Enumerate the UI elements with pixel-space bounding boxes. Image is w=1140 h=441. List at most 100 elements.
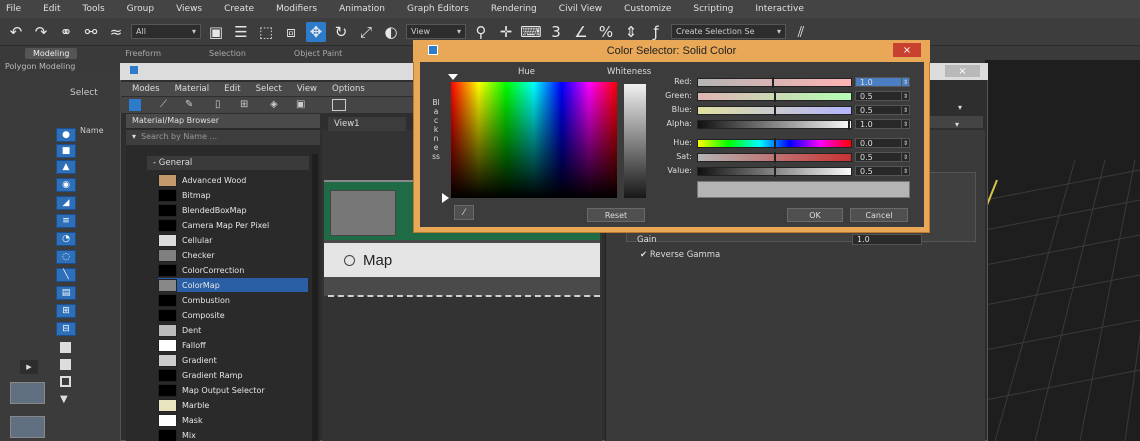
chevron-down-icon[interactable]: ▾ [132, 132, 136, 141]
menu-tools[interactable]: Tools [83, 4, 105, 14]
channel-spinner[interactable]: 1.0 ⇕ [855, 119, 910, 129]
channel-slider[interactable] [697, 138, 852, 149]
ribbon-tab-object-paint[interactable]: Object Paint [294, 49, 342, 58]
perspective-viewport[interactable] [985, 60, 1140, 441]
edit-named-selection-icon[interactable]: ƒ [646, 22, 666, 42]
ok-button[interactable]: OK [787, 208, 843, 222]
hue-blackness-picker[interactable] [451, 82, 617, 198]
eyedropper-icon[interactable]: ⁄ [454, 205, 474, 220]
menu-create[interactable]: Create [224, 4, 254, 14]
angle-snap-icon[interactable]: ∠ [571, 22, 591, 42]
slate-paint-icon[interactable]: ✎ [185, 99, 193, 110]
ribbon-tab-modeling[interactable]: Modeling [25, 47, 78, 59]
panel-button-2[interactable]: ■ [56, 144, 76, 158]
material-item[interactable]: Cellular [158, 233, 308, 247]
panel-square-3[interactable] [60, 376, 71, 387]
slider-handle[interactable] [774, 105, 776, 116]
slate-show-map-icon[interactable]: ▣ [296, 99, 305, 110]
slate-menu-material[interactable]: Material [175, 84, 210, 94]
select-object-icon[interactable]: ▣ [206, 22, 226, 42]
slider-handle[interactable] [774, 166, 776, 177]
panel-square-2[interactable] [60, 359, 71, 370]
slate-pick-icon[interactable]: ⟋ [160, 99, 167, 110]
reverse-gamma-checkbox[interactable]: ✔ Reverse Gamma [640, 250, 720, 260]
panel-button-11[interactable]: ⊞ [56, 304, 76, 318]
reference-coord-select[interactable]: View ▾ [406, 24, 466, 39]
slate-layout-icon[interactable]: ⊞ [240, 99, 248, 110]
channel-spinner[interactable]: 0.5 ⇕ [855, 105, 910, 115]
undo-icon[interactable]: ↶ [6, 22, 26, 42]
spinner-arrows-icon[interactable]: ⇕ [901, 139, 909, 147]
slate-delete-icon[interactable]: ▯ [215, 99, 221, 110]
menu-group[interactable]: Group [127, 4, 154, 14]
param-dropdown-icon[interactable]: ▾ [958, 103, 962, 112]
material-item[interactable]: BlendedBoxMap [158, 203, 308, 217]
menu-modifiers[interactable]: Modifiers [276, 4, 317, 14]
pivot-icon[interactable]: ⚲ [471, 22, 491, 42]
slider-handle[interactable] [848, 119, 850, 130]
slate-menu-view[interactable]: View [297, 84, 317, 94]
menu-interactive[interactable]: Interactive [755, 4, 803, 14]
dialog-close-button[interactable]: × [893, 43, 921, 57]
select-by-name-icon[interactable]: ☰ [231, 22, 251, 42]
spinner-arrows-icon[interactable]: ⇕ [901, 78, 909, 86]
material-item[interactable]: Dent [158, 323, 308, 337]
material-item[interactable]: Falloff [158, 338, 308, 352]
panel-button-12[interactable]: ⊟ [56, 322, 76, 336]
select-manipulate-icon[interactable]: ✛ [496, 22, 516, 42]
bind-icon[interactable]: ≈ [106, 22, 126, 42]
spinner-arrows-icon[interactable]: ⇕ [901, 106, 909, 114]
slate-menu-options[interactable]: Options [332, 84, 365, 94]
material-item[interactable]: Gradient [158, 353, 308, 367]
slate-preview-icon[interactable] [332, 99, 346, 111]
menu-scripting[interactable]: Scripting [693, 4, 733, 14]
material-item[interactable]: Composite [158, 308, 308, 322]
general-group-header[interactable]: - General [147, 156, 309, 170]
material-item[interactable]: Mask [158, 413, 308, 427]
material-item[interactable]: Checker [158, 248, 308, 262]
selection-filter-select[interactable]: All ▾ [131, 24, 201, 39]
node-map-slot[interactable]: Map [324, 243, 600, 277]
rect-select-icon[interactable]: ⬚ [256, 22, 276, 42]
viewport-thumb[interactable] [10, 382, 45, 404]
channel-slider[interactable] [697, 77, 852, 88]
channel-spinner[interactable]: 0.5 ⇕ [855, 91, 910, 101]
panel-button-4[interactable]: ◉ [56, 178, 76, 192]
spinner-arrows-icon[interactable]: ⇕ [901, 120, 909, 128]
material-item[interactable]: Bitmap [158, 188, 308, 202]
menu-edit[interactable]: Edit [43, 4, 60, 14]
slider-handle[interactable] [774, 138, 776, 149]
material-item[interactable]: ColorMap [158, 278, 308, 292]
browser-search-input[interactable]: ▾ Search by Name ... [126, 130, 320, 145]
unlink-icon[interactable]: ⚯ [81, 22, 101, 42]
spinner-arrows-icon[interactable]: ⇕ [901, 153, 909, 161]
material-item[interactable]: Map Output Selector [158, 383, 308, 397]
tab-view1[interactable]: View1 [328, 117, 406, 131]
panel-button-10[interactable]: ▤ [56, 286, 76, 300]
link-icon[interactable]: ⚭ [56, 22, 76, 42]
channel-slider[interactable] [697, 105, 852, 116]
window-crossing-icon[interactable]: ⧈ [281, 22, 301, 42]
blackness-pointer-icon[interactable] [442, 193, 449, 203]
hue-pointer-icon[interactable] [448, 74, 458, 80]
panel-button-8[interactable]: ◌ [56, 250, 76, 264]
ribbon-tab-freeform[interactable]: Freeform [125, 49, 161, 58]
channel-spinner[interactable]: 0.5 ⇕ [855, 166, 910, 176]
channel-slider[interactable] [697, 166, 852, 177]
channel-slider[interactable] [697, 91, 852, 102]
slate-menu-edit[interactable]: Edit [224, 84, 240, 94]
channel-spinner[interactable]: 1.0 ⇕ [855, 77, 910, 87]
material-item[interactable]: Advanced Wood [158, 173, 308, 187]
browser-scrollbar[interactable] [312, 154, 318, 441]
panel-button-7[interactable]: ◔ [56, 232, 76, 246]
redo-icon[interactable]: ↷ [31, 22, 51, 42]
menu-graph-editors[interactable]: Graph Editors [407, 4, 469, 14]
menu-views[interactable]: Views [176, 4, 202, 14]
material-item[interactable]: Marble [158, 398, 308, 412]
channel-slider[interactable] [697, 152, 852, 163]
slate-close-icon[interactable]: × [945, 65, 980, 77]
slider-handle[interactable] [772, 77, 774, 88]
panel-button-3[interactable]: ▲ [56, 160, 76, 174]
panel-button-9[interactable]: ╲ [56, 268, 76, 282]
panel-square-1[interactable] [60, 342, 71, 353]
